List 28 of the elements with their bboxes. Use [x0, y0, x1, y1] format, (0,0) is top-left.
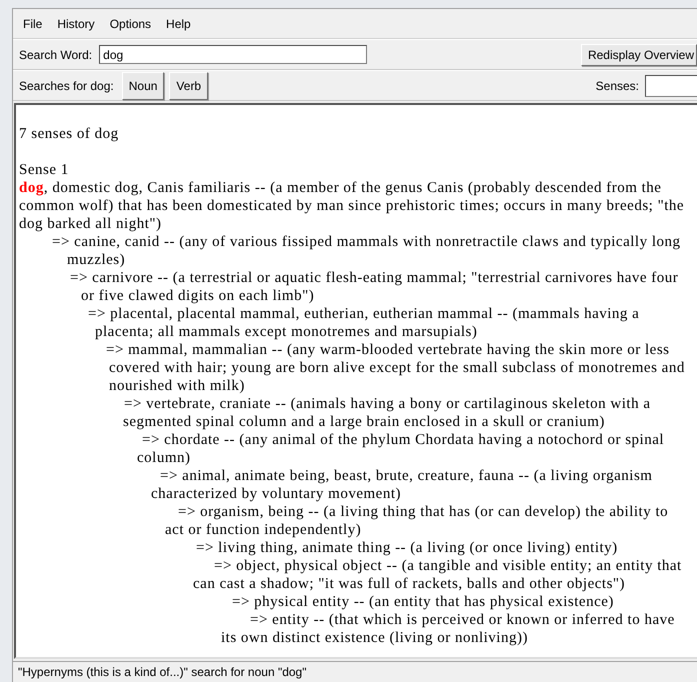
hypernym-line: => carnivore -- (a terrestrial or aquatic flesh-eating mammal; "terrestrial carnivores have four or five clawed digits on each limb") — [70, 269, 680, 305]
hypernym-line: => organism, being -- (a living thing that has (or can develop) the ability to act or function independently) — [165, 503, 670, 539]
searches-label: Searches for dog: — [19, 78, 114, 92]
status-bar: "Hypernyms (this is a kind of...)" search for noun "dog" — [13, 661, 697, 682]
part-of-speech-button[interactable]: Noun — [122, 72, 164, 100]
hypernym-line: => entity -- (that which is perceived or known or inferred to have its own distinct existence (living or nonliving)) — [221, 611, 676, 647]
menu-item[interactable]: Options — [102, 16, 160, 30]
hypernym-line: => object, physical object -- (a tangible and visible entity; an entity that can cast a shadow; "it was full of rackets, balls and other objects") — [193, 557, 683, 593]
menu-item[interactable]: File — [16, 16, 50, 30]
menu-item[interactable]: Help — [159, 16, 199, 30]
hypernym-line: => canine, canid -- (any of various fissiped mammals with nonretractile claws and typically long muzzles) — [52, 233, 682, 269]
menu-item[interactable]: History — [50, 16, 103, 30]
hypernym-line: => placental, placental mammal, eutherian, eutherian mammal -- (mammals having a placenta; all mammals except monotremes and marsupials) — [88, 305, 640, 341]
senses-field[interactable] — [645, 74, 697, 96]
hypernym-line: => animal, animate being, beast, brute, creature, fauna -- (a living organism characterized by voluntary movement) — [151, 467, 654, 503]
search-field[interactable]: dog — [99, 45, 368, 64]
hypernym-line: => vertebrate, craniate -- (animals having a bony or cartilaginous skeleton with a segmented spinal column and a large brain enclosed in a skull or cranium) — [123, 395, 652, 431]
redisplay-overview-button[interactable]: Redisplay Overview — [580, 44, 697, 66]
search-label: Search Word: — [19, 48, 92, 62]
hypernym-line: => physical entity -- (an entity that has physical existence) — [231, 593, 615, 611]
hypernym-line: => living thing, animate thing -- (a living (or once living) entity) — [195, 539, 619, 557]
senses-label: Senses: — [596, 78, 639, 92]
synonym-line: dog, domestic dog, Canis familiaris -- (a member of the genus Canis (probably descended from the common wolf) that has been domesticated by man since prehistoric times; occurs in many breeds; "the dog barked all night") — [19, 179, 686, 233]
sense-heading: Sense 1 — [19, 161, 70, 179]
summary-text: 7 senses of dog — [19, 125, 120, 143]
hypernym-line: => chordate -- (any animal of the phylum Chordata having a notochord or spinal column) — [137, 431, 666, 467]
part-of-speech-button[interactable]: Verb — [169, 72, 208, 100]
hypernym-line: => mammal, mammalian -- (any warm-blooded vertebrate having the skin more or less covered with hair; young are born alive except for the small subclass of monotremes and nourished with milk) — [106, 341, 686, 395]
